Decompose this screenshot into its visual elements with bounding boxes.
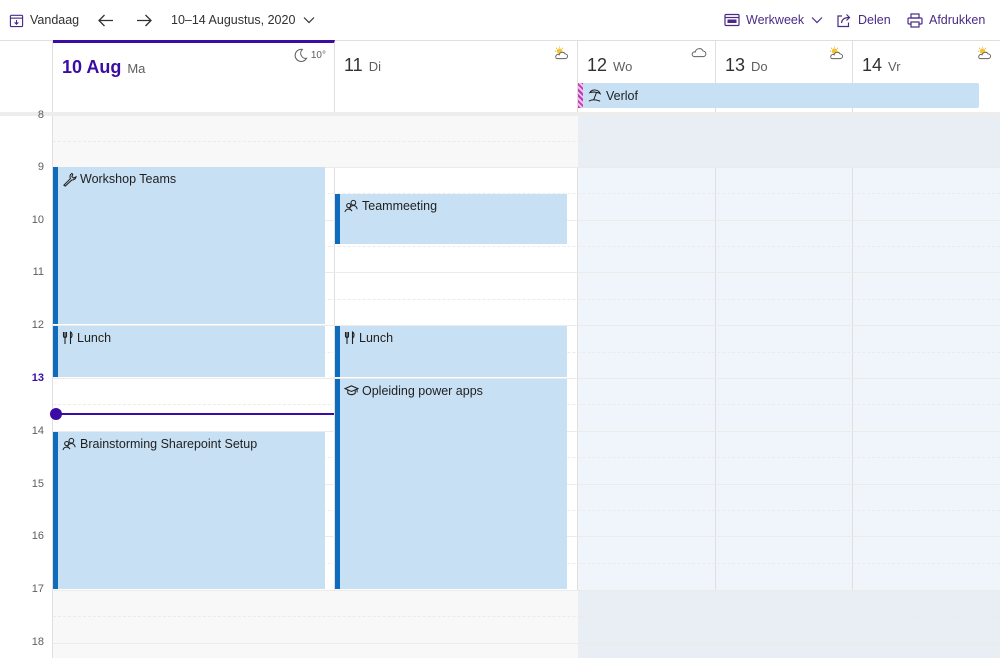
day-header-monday[interactable]: 10 Aug Ma 10° xyxy=(53,40,335,112)
hour-label: 10 xyxy=(31,214,44,226)
hour-label: 14 xyxy=(31,425,44,437)
hour-label: 12 xyxy=(31,319,44,331)
date-range-label: 10–14 Augustus, 2020 xyxy=(171,13,296,27)
people-icon xyxy=(62,437,76,451)
day-date: 10 Aug xyxy=(62,57,122,77)
cutlery-icon xyxy=(344,331,355,344)
event-lunch-monday[interactable]: Lunch xyxy=(53,326,325,377)
day-number: 10 Aug Ma xyxy=(62,57,145,78)
view-switcher-button[interactable]: Werkweek xyxy=(724,9,823,31)
toolbar: Vandaag 10–14 Augustus, 2020 Werkweek De… xyxy=(0,0,1000,40)
allday-event-verlof[interactable]: Verlof xyxy=(578,83,979,108)
partly-sunny-icon xyxy=(554,46,568,60)
partly-sunny-icon xyxy=(977,46,991,60)
hour-label: 18 xyxy=(31,636,44,648)
day-number: 12 Wo xyxy=(587,55,632,76)
event-title: Lunch xyxy=(77,331,112,345)
cloud-icon xyxy=(691,48,707,58)
hour-label: 8 xyxy=(37,109,44,121)
date-range-picker[interactable]: 10–14 Augustus, 2020 xyxy=(171,9,315,31)
hour-label-current: 13 xyxy=(31,372,44,384)
arrow-right-icon xyxy=(137,14,152,26)
people-icon xyxy=(344,199,358,213)
current-time-line xyxy=(56,413,334,415)
weather-temperature: 10° xyxy=(310,50,326,61)
day-number: 11 Di xyxy=(344,55,381,76)
day-date: 14 xyxy=(862,55,883,75)
hour-label: 9 xyxy=(37,161,44,173)
print-label: Afdrukken xyxy=(929,13,986,27)
half-hour-line xyxy=(53,616,1000,617)
day-date: 12 xyxy=(587,55,608,75)
non-working-hours xyxy=(53,590,578,658)
hour-line xyxy=(53,643,1000,644)
share-label: Delen xyxy=(858,13,891,27)
weather-wednesday[interactable] xyxy=(690,46,707,58)
weather-monday[interactable]: 10° xyxy=(293,48,326,63)
hour-line xyxy=(53,590,1000,591)
day-name: Wo xyxy=(613,59,633,74)
today-label: Vandaag xyxy=(30,13,80,27)
view-label: Werkweek xyxy=(746,13,805,27)
share-icon xyxy=(837,13,851,27)
share-button[interactable]: Delen xyxy=(836,9,891,31)
day-column-thursday[interactable] xyxy=(716,116,853,658)
arrow-left-icon xyxy=(98,14,113,26)
day-name: Vr xyxy=(888,59,901,74)
day-date: 11 xyxy=(344,55,363,75)
time-gutter-header xyxy=(0,41,53,113)
current-time-dot xyxy=(50,408,62,420)
previous-week-button[interactable] xyxy=(97,9,114,31)
partly-sunny-icon xyxy=(829,46,843,60)
hour-label: 17 xyxy=(31,583,44,595)
hour-label: 11 xyxy=(32,266,44,278)
non-working-hours xyxy=(578,590,1000,658)
event-opleiding-power-apps[interactable]: Opleiding power apps xyxy=(335,379,567,589)
chevron-down-icon xyxy=(811,17,823,24)
day-name: Do xyxy=(751,59,768,74)
day-column-friday[interactable] xyxy=(853,116,1000,658)
beach-icon xyxy=(588,89,602,102)
chevron-down-icon xyxy=(303,17,315,24)
print-button[interactable]: Afdrukken xyxy=(907,9,985,31)
day-number: 13 Do xyxy=(725,55,768,76)
day-name: Di xyxy=(368,59,381,74)
event-title: Teammeeting xyxy=(362,199,438,213)
cutlery-icon xyxy=(62,331,73,344)
time-grid: 8 9 10 11 12 13 14 15 16 17 18 Workshop … xyxy=(0,109,1000,658)
day-header-tuesday[interactable]: 11 Di xyxy=(335,41,578,113)
graduation-cap-icon xyxy=(344,385,359,396)
day-name: Ma xyxy=(127,61,146,76)
event-brainstorming[interactable]: Brainstorming Sharepoint Setup xyxy=(53,432,325,589)
time-gutter xyxy=(0,116,53,658)
moon-icon xyxy=(294,48,308,62)
event-teammeeting[interactable]: Teammeeting xyxy=(335,194,567,244)
calendar-week-icon xyxy=(724,13,740,27)
hour-label: 16 xyxy=(31,530,44,542)
day-date: 13 xyxy=(725,55,746,75)
event-title: Lunch xyxy=(359,331,394,345)
printer-icon xyxy=(907,12,923,28)
event-lunch-tuesday[interactable]: Lunch xyxy=(335,326,567,377)
event-title: Workshop Teams xyxy=(80,172,177,186)
weather-tuesday[interactable] xyxy=(552,46,569,60)
day-column-wednesday[interactable] xyxy=(578,116,716,658)
today-button[interactable]: Vandaag xyxy=(9,9,79,31)
event-title: Opleiding power apps xyxy=(362,384,483,398)
event-workshop-teams[interactable]: Workshop Teams xyxy=(53,167,325,324)
calendar-today-icon xyxy=(9,14,24,27)
half-hour-line xyxy=(53,141,1000,142)
hour-label: 15 xyxy=(31,478,44,490)
day-number: 14 Vr xyxy=(862,55,901,76)
weather-friday[interactable] xyxy=(975,46,992,60)
event-title: Brainstorming Sharepoint Setup xyxy=(80,437,258,451)
weather-thursday[interactable] xyxy=(827,46,844,60)
wrench-icon xyxy=(63,172,77,187)
event-status-stripe xyxy=(578,83,583,108)
next-week-button[interactable] xyxy=(136,9,153,31)
allday-event-title: Verlof xyxy=(606,88,638,103)
